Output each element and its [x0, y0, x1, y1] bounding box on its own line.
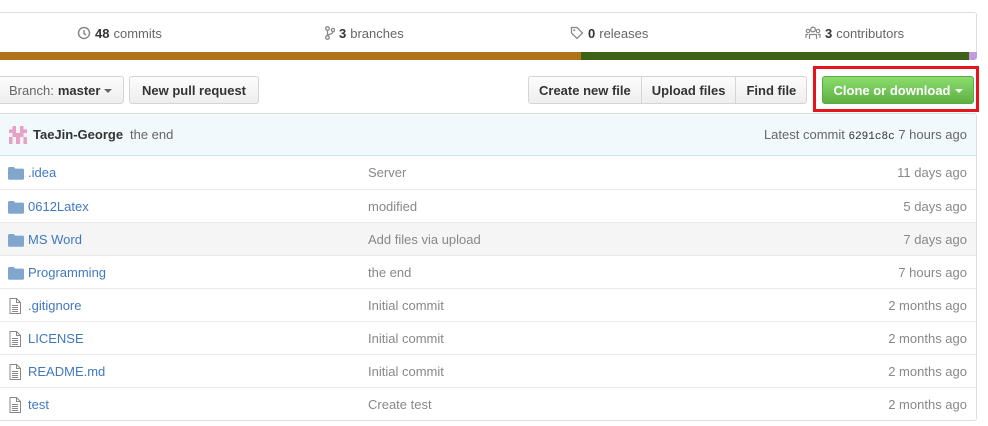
- history-icon: [77, 26, 91, 40]
- file-name-link[interactable]: LICENSE: [28, 331, 84, 346]
- file-commit-message-link[interactable]: Add files via upload: [368, 232, 481, 247]
- file-name-link[interactable]: test: [28, 397, 49, 412]
- file-name-link[interactable]: MS Word: [28, 232, 82, 247]
- file-actions-group: Create new file Upload files Find file: [528, 76, 808, 104]
- language-bar[interactable]: [0, 52, 977, 60]
- language-segment[interactable]: [581, 52, 970, 60]
- commit-author-link[interactable]: TaeJin-George: [33, 127, 123, 142]
- file-age: 2 months ago: [888, 363, 967, 379]
- branches-label: branches: [350, 25, 404, 41]
- file-commit-message-link[interactable]: modified: [368, 199, 417, 214]
- branches-link[interactable]: 3 branches: [325, 13, 404, 53]
- contributors-count: 3: [825, 25, 833, 41]
- commits-count: 48: [95, 25, 110, 41]
- file-icon: [9, 364, 25, 380]
- file-row: LICENSE Initial commit 2 months ago: [0, 321, 976, 354]
- file-row: Programming the end 7 hours ago: [0, 255, 976, 288]
- file-commit-message-link[interactable]: Initial commit: [368, 298, 444, 313]
- file-icon: [9, 331, 25, 347]
- branch-icon: [325, 26, 335, 40]
- avatar[interactable]: [9, 126, 27, 144]
- commits-link[interactable]: 48 commits: [77, 13, 162, 53]
- file-age: 5 days ago: [903, 198, 967, 214]
- branch-selector-button[interactable]: Branch: master: [0, 76, 124, 104]
- create-new-file-button[interactable]: Create new file: [528, 76, 642, 104]
- file-age: 2 months ago: [888, 297, 967, 313]
- repo-stats-bar: 48 commits 3 branches 0 releases 3 contr…: [0, 12, 977, 52]
- latest-commit-age: 7 hours ago: [898, 126, 967, 142]
- file-age: 2 months ago: [888, 396, 967, 412]
- branch-name: master: [57, 82, 101, 98]
- contributors-label: contributors: [836, 25, 905, 41]
- file-row: 0612Latex modified 5 days ago: [0, 189, 976, 222]
- releases-count: 0: [588, 25, 596, 41]
- latest-commit-info: Latest commit 6291c8c 7 hours ago: [764, 127, 967, 143]
- file-row: MS Word Add files via upload 7 days ago: [0, 222, 976, 255]
- organization-icon: [805, 26, 821, 39]
- latest-commit-label: Latest commit: [763, 126, 845, 142]
- file-age: 7 hours ago: [898, 264, 967, 280]
- language-segment[interactable]: [0, 52, 582, 60]
- file-row: test Create test 2 months ago: [0, 387, 976, 420]
- file-name-link[interactable]: .idea: [28, 165, 56, 180]
- file-name-link[interactable]: .gitignore: [28, 298, 81, 313]
- file-row: .idea Server 11 days ago: [0, 156, 976, 189]
- branches-count: 3: [339, 25, 347, 41]
- file-row: .gitignore Initial commit 2 months ago: [0, 288, 976, 321]
- file-table: TaeJin-George the end Latest commit 6291…: [0, 113, 977, 421]
- releases-label: releases: [599, 25, 649, 41]
- folder-icon: [8, 200, 24, 216]
- latest-commit-bar: TaeJin-George the end Latest commit 6291…: [0, 114, 976, 156]
- commit-sha-link[interactable]: 6291c8c: [848, 131, 894, 143]
- upload-files-button[interactable]: Upload files: [640, 76, 737, 104]
- highlight-box: [813, 66, 979, 112]
- new-pull-request-button[interactable]: New pull request: [129, 76, 259, 104]
- file-icon: [9, 397, 25, 413]
- language-segment[interactable]: [969, 52, 977, 60]
- file-commit-message-link[interactable]: the end: [368, 265, 411, 280]
- file-icon: [9, 298, 25, 314]
- file-list: .idea Server 11 days ago 0612Latex modified 5…: [0, 156, 976, 420]
- file-row: README.md Initial commit 2 months ago: [0, 354, 976, 387]
- commit-message-link[interactable]: the end: [130, 127, 173, 142]
- file-age: 11 days ago: [897, 165, 967, 180]
- branch-prefix: Branch:: [9, 82, 54, 98]
- file-age: 7 days ago: [903, 231, 967, 247]
- folder-icon: [8, 266, 24, 282]
- caret-down-icon: [104, 89, 113, 93]
- find-file-button[interactable]: Find file: [735, 76, 808, 104]
- file-commit-message-link[interactable]: Initial commit: [368, 364, 444, 379]
- folder-icon: [8, 233, 24, 249]
- file-commit-message-link[interactable]: Initial commit: [368, 331, 444, 346]
- contributors-link[interactable]: 3 contributors: [805, 13, 904, 53]
- folder-icon: [8, 166, 24, 182]
- file-commit-message-link[interactable]: Create test: [368, 397, 432, 412]
- file-name-link[interactable]: 0612Latex: [28, 199, 89, 214]
- releases-link[interactable]: 0 releases: [570, 13, 648, 53]
- commits-label: commits: [113, 25, 162, 41]
- file-name-link[interactable]: Programming: [28, 265, 106, 280]
- file-commit-message-link[interactable]: Server: [368, 165, 406, 180]
- file-age: 2 months ago: [888, 330, 967, 346]
- tag-icon: [570, 26, 584, 40]
- file-name-link[interactable]: README.md: [28, 364, 105, 379]
